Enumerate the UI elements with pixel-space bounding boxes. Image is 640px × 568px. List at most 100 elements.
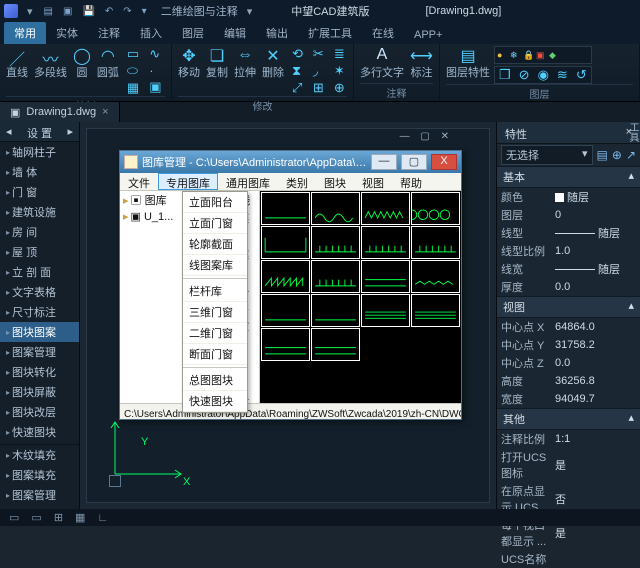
array-icon[interactable]: ⊞ (311, 80, 326, 96)
property-row[interactable]: 线型随层 (497, 224, 640, 242)
thumbnail[interactable] (361, 260, 410, 293)
fillet-icon[interactable]: ◞ (311, 63, 326, 79)
property-row[interactable]: 中心点 Z0.0 (497, 354, 640, 372)
ribbon-tab[interactable]: 编辑 (214, 22, 256, 44)
scale-icon[interactable]: ⤢ (290, 80, 305, 96)
ribbon-tab[interactable]: 插入 (130, 22, 172, 44)
ribbon-tab[interactable]: 注释 (88, 22, 130, 44)
left-panel-item[interactable]: ▸图案填充 (0, 465, 79, 485)
arc-button[interactable]: ◠圆弧 (97, 46, 119, 80)
layer-off-icon[interactable]: ⊘ (517, 67, 532, 83)
layer-selector[interactable]: ● ❄ 🔒 ▣ ◆ (494, 46, 592, 64)
selection-dropdown[interactable]: 无选择▾ (501, 145, 593, 165)
dialog-menu-item[interactable]: 专用图库 (158, 173, 218, 190)
property-row[interactable]: 中心点 X64864.0 (497, 318, 640, 336)
join-icon[interactable]: ⊕ (332, 80, 347, 96)
dialog-menu-item[interactable]: 文件 (120, 173, 158, 190)
section-view[interactable]: 视图▴ (497, 296, 640, 318)
close-button[interactable]: X (431, 154, 457, 170)
property-row[interactable]: 中心点 Y31758.2 (497, 336, 640, 354)
thumbnail[interactable] (311, 260, 360, 293)
qat-undo-icon[interactable]: ↶ (103, 6, 115, 17)
left-panel-item[interactable]: ▸轴网柱子 (0, 142, 79, 162)
thumbnail[interactable] (361, 294, 410, 327)
dialog-menu-item[interactable]: 图块 (316, 173, 354, 190)
hatch-icon[interactable]: ▦ (125, 80, 141, 96)
left-panel-item[interactable]: ▸木纹填充 (0, 445, 79, 465)
right-strip-toolpalettes[interactable]: 工具 (626, 122, 640, 142)
left-panel-item[interactable]: ▸快速图块 (0, 422, 79, 442)
thumbnail[interactable] (411, 192, 460, 225)
thumbnail[interactable] (311, 294, 360, 327)
rectangle-icon[interactable]: ▭ (125, 46, 141, 62)
left-panel-item[interactable]: ▸门 窗 (0, 182, 79, 202)
property-row[interactable]: 厚度0.0 (497, 278, 640, 296)
qat-save-icon[interactable]: 💾 (80, 6, 96, 17)
pickadd-icon[interactable]: ⊕ (612, 148, 622, 162)
thumbnail[interactable] (411, 226, 460, 259)
left-panel-item[interactable]: ▸图块改层 (0, 402, 79, 422)
qat-open-icon[interactable]: ▣ (61, 6, 74, 17)
property-row[interactable]: 颜色随层 (497, 188, 640, 206)
submenu-item[interactable]: 三维门窗 (183, 302, 247, 323)
layer-iso-icon[interactable]: ❐ (497, 67, 513, 83)
section-misc[interactable]: 其他▴ (497, 408, 640, 430)
ribbon-tab[interactable]: 图层 (172, 22, 214, 44)
property-row[interactable]: 高度36256.8 (497, 372, 640, 390)
property-row[interactable]: UCS名称 (497, 550, 640, 568)
mirror-icon[interactable]: ⧗ (290, 63, 305, 79)
close-icon[interactable]: × (102, 106, 108, 118)
ribbon-tab[interactable]: 在线 (362, 22, 404, 44)
qat-more-icon[interactable]: ▾ (140, 6, 149, 17)
qat-new-icon[interactable]: ▤ (42, 6, 55, 17)
section-basic[interactable]: 基本▴ (497, 166, 640, 188)
move-button[interactable]: ✥移动 (178, 46, 200, 80)
submenu-item[interactable]: 二维门窗 (183, 323, 247, 344)
app-menu-button[interactable]: ▾ (24, 5, 36, 18)
property-row[interactable]: 注释比例1:1 (497, 430, 640, 448)
thumbnail[interactable] (261, 192, 310, 225)
left-panel-item[interactable]: ▸图块图案 (0, 322, 79, 342)
thumbnail[interactable] (261, 260, 310, 293)
grid-toggle[interactable]: ▦ (72, 511, 88, 524)
left-panel-item[interactable]: ▸墙 体 (0, 162, 79, 182)
ribbon-tab[interactable]: 扩展工具 (298, 22, 362, 44)
offset-icon[interactable]: ≣ (332, 46, 347, 62)
dialog-menu-item[interactable]: 类别 (278, 173, 316, 190)
document-tab[interactable]: ▣ Drawing1.dwg × (0, 102, 120, 122)
thumbnail[interactable] (361, 192, 410, 225)
mdi-window-buttons[interactable]: — ▢ ✕ (400, 131, 453, 142)
thumbnail[interactable] (311, 328, 360, 361)
ellipse-icon[interactable]: ⬭ (125, 63, 141, 79)
submenu-item[interactable]: 立面阳台 (183, 192, 247, 213)
layout-tab[interactable]: ▭ (28, 511, 44, 524)
thumbnail[interactable] (411, 260, 460, 293)
dialog-thumbnails[interactable] (260, 191, 461, 403)
mtext-button[interactable]: A多行文字 (360, 46, 404, 80)
select-objects-icon[interactable]: ↗ (626, 148, 636, 162)
dialog-menu-item[interactable]: 通用图库 (218, 173, 278, 190)
polyline-button[interactable]: 〰多段线 (34, 46, 67, 80)
snap-toggle[interactable]: ⊞ (51, 511, 66, 524)
ribbon-tab[interactable]: 常用 (4, 22, 46, 44)
property-row[interactable]: 线宽随层 (497, 260, 640, 278)
left-panel-item[interactable]: ▸建筑设施 (0, 202, 79, 222)
ribbon-tab[interactable]: 输出 (256, 22, 298, 44)
left-panel-item[interactable]: ▸文字表格 (0, 282, 79, 302)
rotate-icon[interactable]: ⟲ (290, 46, 305, 62)
property-row[interactable]: 图层0 (497, 206, 640, 224)
copy-button[interactable]: ❏复制 (206, 46, 228, 80)
layer-match-icon[interactable]: ≋ (555, 67, 570, 83)
submenu-item[interactable]: 轮廓截面 (183, 234, 247, 255)
ortho-toggle[interactable]: ∟ (94, 512, 111, 524)
line-button[interactable]: ／直线 (6, 46, 28, 80)
left-panel-item[interactable]: ▸立 剖 面 (0, 262, 79, 282)
layer-prev-icon[interactable]: ↺ (574, 67, 589, 83)
thumbnail[interactable] (361, 328, 410, 361)
thumbnail[interactable] (261, 328, 310, 361)
submenu-item[interactable]: 线图案库 (183, 255, 247, 276)
thumbnail[interactable] (261, 226, 310, 259)
submenu-item[interactable]: 立面门窗 (183, 213, 247, 234)
thumbnail[interactable] (261, 294, 310, 327)
left-panel-item[interactable]: ▸房 间 (0, 222, 79, 242)
